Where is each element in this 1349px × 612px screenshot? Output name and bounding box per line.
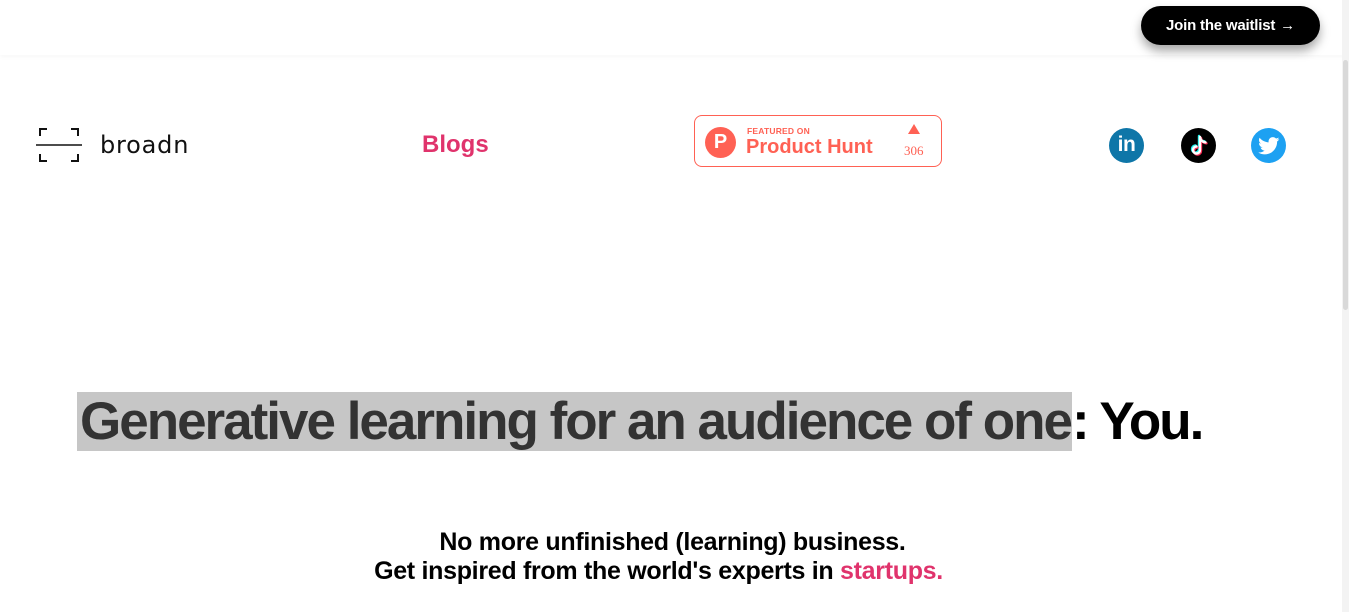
upvote-arrow-icon [908,124,920,134]
tiktok-icon [1190,134,1208,156]
join-waitlist-label: Join the waitlist [1166,17,1276,34]
arrow-right-icon: → [1280,17,1295,34]
hero-headline-highlight: Generative learning for an audience of o… [77,392,1073,451]
tiktok-link[interactable] [1181,128,1216,163]
upvote-count: 306 [904,143,924,158]
product-hunt-name: Product Hunt [746,136,873,158]
hero-subline-2-accent: startups. [840,557,943,585]
scrollbar-thumb[interactable] [1343,60,1348,310]
hero-headline: Generative learning for an audience of o… [77,388,1204,456]
hero-headline-rest: : You. [1071,392,1204,451]
linkedin-link[interactable]: in [1109,128,1144,163]
hero-subline-1: No more unfinished (learning) business. [439,528,906,556]
product-hunt-featured-label: FEATURED ON [747,126,810,136]
linkedin-icon: in [1117,133,1136,156]
hero-subline-2-prefix: Get inspired from the world's experts in [374,557,841,585]
brand-logo[interactable]: broadn [36,125,189,165]
nav-link-blogs[interactable]: Blogs [422,131,489,159]
product-hunt-icon: P [705,127,736,158]
twitter-link[interactable] [1251,128,1286,163]
product-hunt-badge[interactable]: P FEATURED ON Product Hunt 306 [694,115,942,167]
brand-name: broadn [100,131,190,159]
hero-subline-2: Get inspired from the world's experts in… [0,556,1333,586]
scrollbar[interactable] [1342,0,1349,612]
scan-frame-icon [36,128,82,162]
twitter-icon [1257,136,1279,154]
join-waitlist-button[interactable]: Join the waitlist → [1141,6,1320,45]
